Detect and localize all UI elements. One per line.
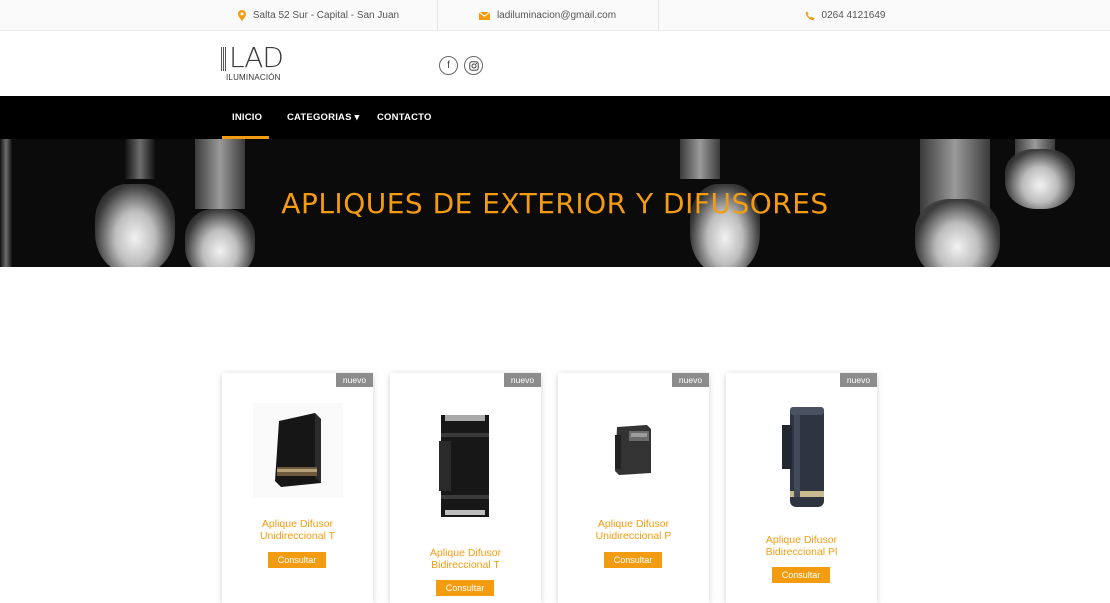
nav-item-contacto[interactable]: CONTACTO <box>377 96 432 139</box>
product-card[interactable]: nuevo Aplique Difusor Bidireccional Pl C… <box>726 373 877 603</box>
logo-word: LAD <box>229 41 284 74</box>
product-title-line: Aplique Difusor <box>765 534 838 546</box>
product-title-line: Unidireccional P <box>595 530 672 542</box>
product-title-line: Aplique Difusor <box>261 518 334 530</box>
map-pin-icon <box>237 10 246 21</box>
logo-bars <box>221 47 228 71</box>
product-title[interactable]: Aplique Difusor Bidireccional T <box>390 547 541 571</box>
product-title-line: Aplique Difusor <box>429 547 502 559</box>
facebook-icon[interactable]: f <box>439 56 458 75</box>
address-info: Salta 52 Sur - Capital - San Juan <box>200 0 437 31</box>
divider <box>658 0 659 31</box>
product-card[interactable]: nuevo Aplique Difusor Bidireccional T Co… <box>390 373 541 603</box>
address-text: Salta 52 Sur - Capital - San Juan <box>252 10 400 21</box>
consultar-button[interactable]: Consultar <box>604 552 662 568</box>
phone-info[interactable]: 0264 4121649 <box>770 0 920 31</box>
page-title: APLIQUES DE EXTERIOR Y DIFUSORES <box>281 187 829 220</box>
consultar-button[interactable]: Consultar <box>772 567 830 583</box>
email-text[interactable]: ladiluminacion@gmail.com <box>497 10 616 21</box>
consultar-button[interactable]: Consultar <box>436 580 494 596</box>
product-title[interactable]: Aplique Difusor Unidireccional T <box>222 518 373 542</box>
product-title[interactable]: Aplique Difusor Bidireccional Pl <box>726 534 877 558</box>
product-image[interactable] <box>558 421 709 479</box>
nav-item-categorias[interactable]: CATEGORIAS ▾ <box>287 96 359 139</box>
site-header: LAD ILUMINACIÓN f <box>0 31 1110 96</box>
product-card[interactable]: nuevo Aplique Difusor Unidireccional P C… <box>558 373 709 603</box>
logo-subtitle: ILUMINACIÓN <box>226 73 281 82</box>
product-title[interactable]: Aplique Difusor Unidireccional P <box>558 518 709 542</box>
product-image[interactable] <box>222 403 373 498</box>
top-contact-bar: Salta 52 Sur - Capital - San Juan ladilu… <box>0 0 1110 31</box>
new-badge: nuevo <box>336 373 373 387</box>
product-title-line: Bidireccional T <box>431 559 500 571</box>
product-title-line: Unidireccional T <box>259 530 336 542</box>
hero-decor <box>680 139 720 179</box>
product-title-line: Bidireccional Pl <box>765 546 838 558</box>
instagram-icon[interactable] <box>464 56 483 75</box>
product-title-line: Aplique Difusor <box>597 518 670 530</box>
envelope-icon <box>478 11 490 20</box>
phone-text[interactable]: 0264 4121649 <box>822 10 886 21</box>
hero-banner: APLIQUES DE EXTERIOR Y DIFUSORES <box>0 139 1110 267</box>
main-nav: INICIO CATEGORIAS ▾ CONTACTO <box>0 96 1110 139</box>
hero-decor <box>125 139 155 179</box>
new-badge: nuevo <box>672 373 709 387</box>
new-badge: nuevo <box>840 373 877 387</box>
consultar-button[interactable]: Consultar <box>268 552 326 568</box>
product-image[interactable] <box>726 403 877 513</box>
email-info[interactable]: ladiluminacion@gmail.com <box>437 0 658 31</box>
nav-item-inicio[interactable]: INICIO <box>232 96 262 139</box>
lad-logo[interactable]: LAD ILUMINACIÓN <box>221 41 301 84</box>
phone-icon <box>805 11 815 21</box>
product-card[interactable]: nuevo Aplique Difusor Unidireccional T C… <box>222 373 373 603</box>
new-badge: nuevo <box>504 373 541 387</box>
product-image[interactable] <box>390 411 541 521</box>
